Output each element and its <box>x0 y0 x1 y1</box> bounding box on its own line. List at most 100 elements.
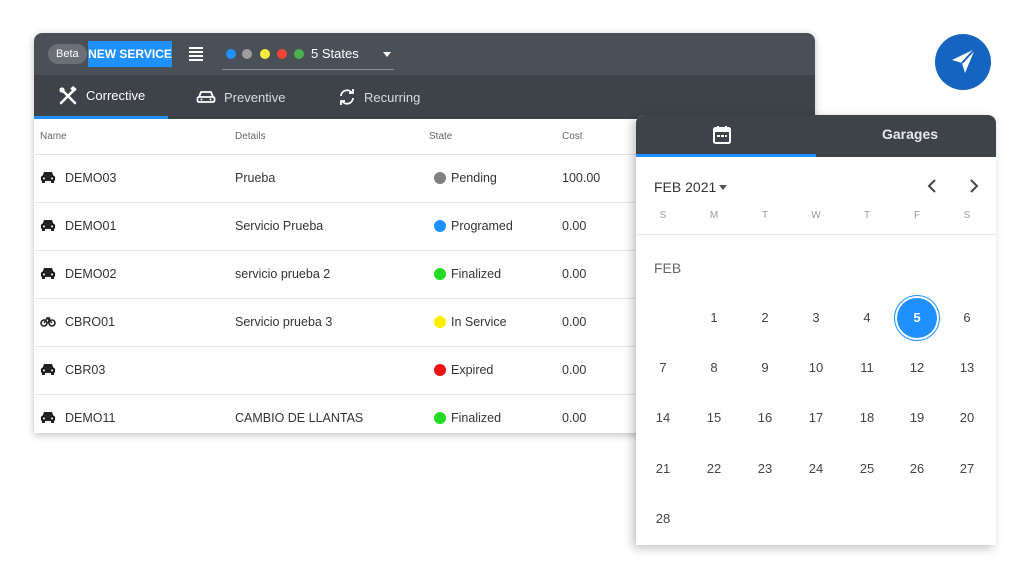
calendar-day[interactable]: 6 <box>947 298 987 338</box>
calendar-day[interactable]: 13 <box>947 348 987 388</box>
tab-recurring[interactable]: Recurring <box>338 75 420 119</box>
calendar-day[interactable]: 1 <box>694 298 734 338</box>
bicycle-icon <box>40 314 56 328</box>
calendar-day[interactable]: 24 <box>796 449 836 489</box>
weekday-label: S <box>963 210 971 221</box>
selected-day[interactable]: 5 <box>897 298 937 338</box>
state-status-dot <box>434 172 446 184</box>
state-dot-gray <box>242 49 252 59</box>
calendar-day[interactable]: 20 <box>947 398 987 438</box>
calendar-divider <box>636 234 996 235</box>
row-name: CBRO01 <box>65 315 116 329</box>
tab-preventive-label: Preventive <box>224 89 286 105</box>
row-state: Programed <box>451 219 513 233</box>
chevron-left-icon[interactable] <box>925 178 941 194</box>
chevron-down-icon <box>383 52 391 57</box>
new-service-button[interactable]: NEW SERVICE <box>88 41 172 67</box>
row-state: Finalized <box>451 267 502 281</box>
row-cost: 0.00 <box>562 267 587 281</box>
tab-corrective-label: Corrective <box>86 88 146 103</box>
car-icon <box>40 170 56 184</box>
chevron-down-icon[interactable] <box>719 185 727 190</box>
refresh-icon <box>340 89 354 105</box>
app-logo <box>935 34 991 90</box>
state-dot-blue <box>226 49 236 59</box>
state-status-dot <box>434 412 446 424</box>
calendar-day[interactable]: 7 <box>643 348 683 388</box>
calendar-day[interactable]: 2 <box>745 298 785 338</box>
row-cost: 0.00 <box>562 315 587 329</box>
weekday-label: S <box>659 210 667 221</box>
column-header-state[interactable]: State <box>429 131 452 142</box>
state-dot-green <box>294 49 304 59</box>
weekday-label: T <box>863 210 871 221</box>
state-status-dot <box>434 316 446 328</box>
weekday-label: M <box>709 210 719 221</box>
services-toolbar: Beta NEW SERVICE 5 States <box>34 33 815 75</box>
calendar-day[interactable]: 22 <box>694 449 734 489</box>
row-cost: 100.00 <box>562 171 601 185</box>
calendar-tabs: Garages <box>636 115 996 157</box>
beta-badge: Beta <box>48 44 87 64</box>
row-cost: 0.00 <box>562 219 587 233</box>
weekday-label: T <box>761 210 769 221</box>
car-icon <box>40 362 56 376</box>
column-header-cost[interactable]: Cost <box>562 131 583 142</box>
calendar-day[interactable]: 14 <box>643 398 683 438</box>
calendar-day[interactable]: 19 <box>897 398 937 438</box>
tab-corrective[interactable]: Corrective <box>34 75 168 119</box>
states-filter-dropdown[interactable]: 5 States <box>222 41 394 70</box>
calendar-icon <box>713 126 731 144</box>
row-details: servicio prueba 2 <box>235 267 331 281</box>
chevron-right-icon[interactable] <box>965 178 981 194</box>
calendar-day[interactable]: 15 <box>694 398 734 438</box>
calendar-day[interactable]: 28 <box>643 499 683 539</box>
calendar-day[interactable]: 25 <box>847 449 887 489</box>
calendar-day[interactable]: 27 <box>947 449 987 489</box>
calendar-panel: Garages FEB 2021 SMTWTFS FEB 1 2 3 4 5 6 7 8 9 10… <box>636 115 996 545</box>
row-name: DEMO01 <box>65 219 117 233</box>
state-dot-yellow <box>260 49 270 59</box>
month-year-selector[interactable]: FEB 2021 <box>654 179 716 195</box>
row-name: DEMO02 <box>65 267 117 281</box>
state-status-dot <box>434 220 446 232</box>
navigation-arrow-icon <box>952 48 976 73</box>
row-details: Servicio prueba 3 <box>235 315 333 329</box>
state-status-dot <box>434 364 446 376</box>
calendar-day[interactable]: 17 <box>796 398 836 438</box>
row-name: CBR03 <box>65 363 106 377</box>
calendar-day[interactable]: 18 <box>847 398 887 438</box>
calendar-day[interactable]: 21 <box>643 449 683 489</box>
row-state: In Service <box>451 315 507 329</box>
column-header-details[interactable]: Details <box>235 131 266 142</box>
calendar-day[interactable]: 16 <box>745 398 785 438</box>
calendar-day[interactable]: 23 <box>745 449 785 489</box>
calendar-day[interactable]: 9 <box>745 348 785 388</box>
row-details: CAMBIO DE LLANTAS <box>235 411 364 425</box>
row-cost: 0.00 <box>562 363 587 377</box>
calendar-day[interactable]: 3 <box>796 298 836 338</box>
car-icon <box>196 91 216 103</box>
tab-recurring-label: Recurring <box>364 89 421 105</box>
calendar-day[interactable]: 10 <box>796 348 836 388</box>
state-status-dot <box>434 268 446 280</box>
states-filter-label: 5 States <box>311 46 359 61</box>
car-icon <box>40 218 56 232</box>
state-dot-red <box>277 49 287 59</box>
calendar-day[interactable]: 11 <box>847 348 887 388</box>
calendar-day[interactable]: 26 <box>897 449 937 489</box>
row-state: Finalized <box>451 411 502 425</box>
list-view-icon[interactable] <box>189 47 203 61</box>
service-type-tabs: Corrective Preventive Recurring <box>34 75 815 119</box>
tab-garages[interactable]: Garages <box>882 126 938 142</box>
calendar-day[interactable]: 8 <box>694 348 734 388</box>
row-details: Prueba <box>235 171 276 185</box>
tab-preventive[interactable]: Preventive <box>196 75 285 119</box>
column-header-name[interactable]: Name <box>40 131 67 142</box>
row-state: Pending <box>451 171 497 185</box>
calendar-day[interactable]: 4 <box>847 298 887 338</box>
weekday-label: W <box>811 210 821 221</box>
tab-calendar[interactable] <box>636 115 816 157</box>
row-details: Servicio Prueba <box>235 219 324 233</box>
calendar-day[interactable]: 12 <box>897 348 937 388</box>
